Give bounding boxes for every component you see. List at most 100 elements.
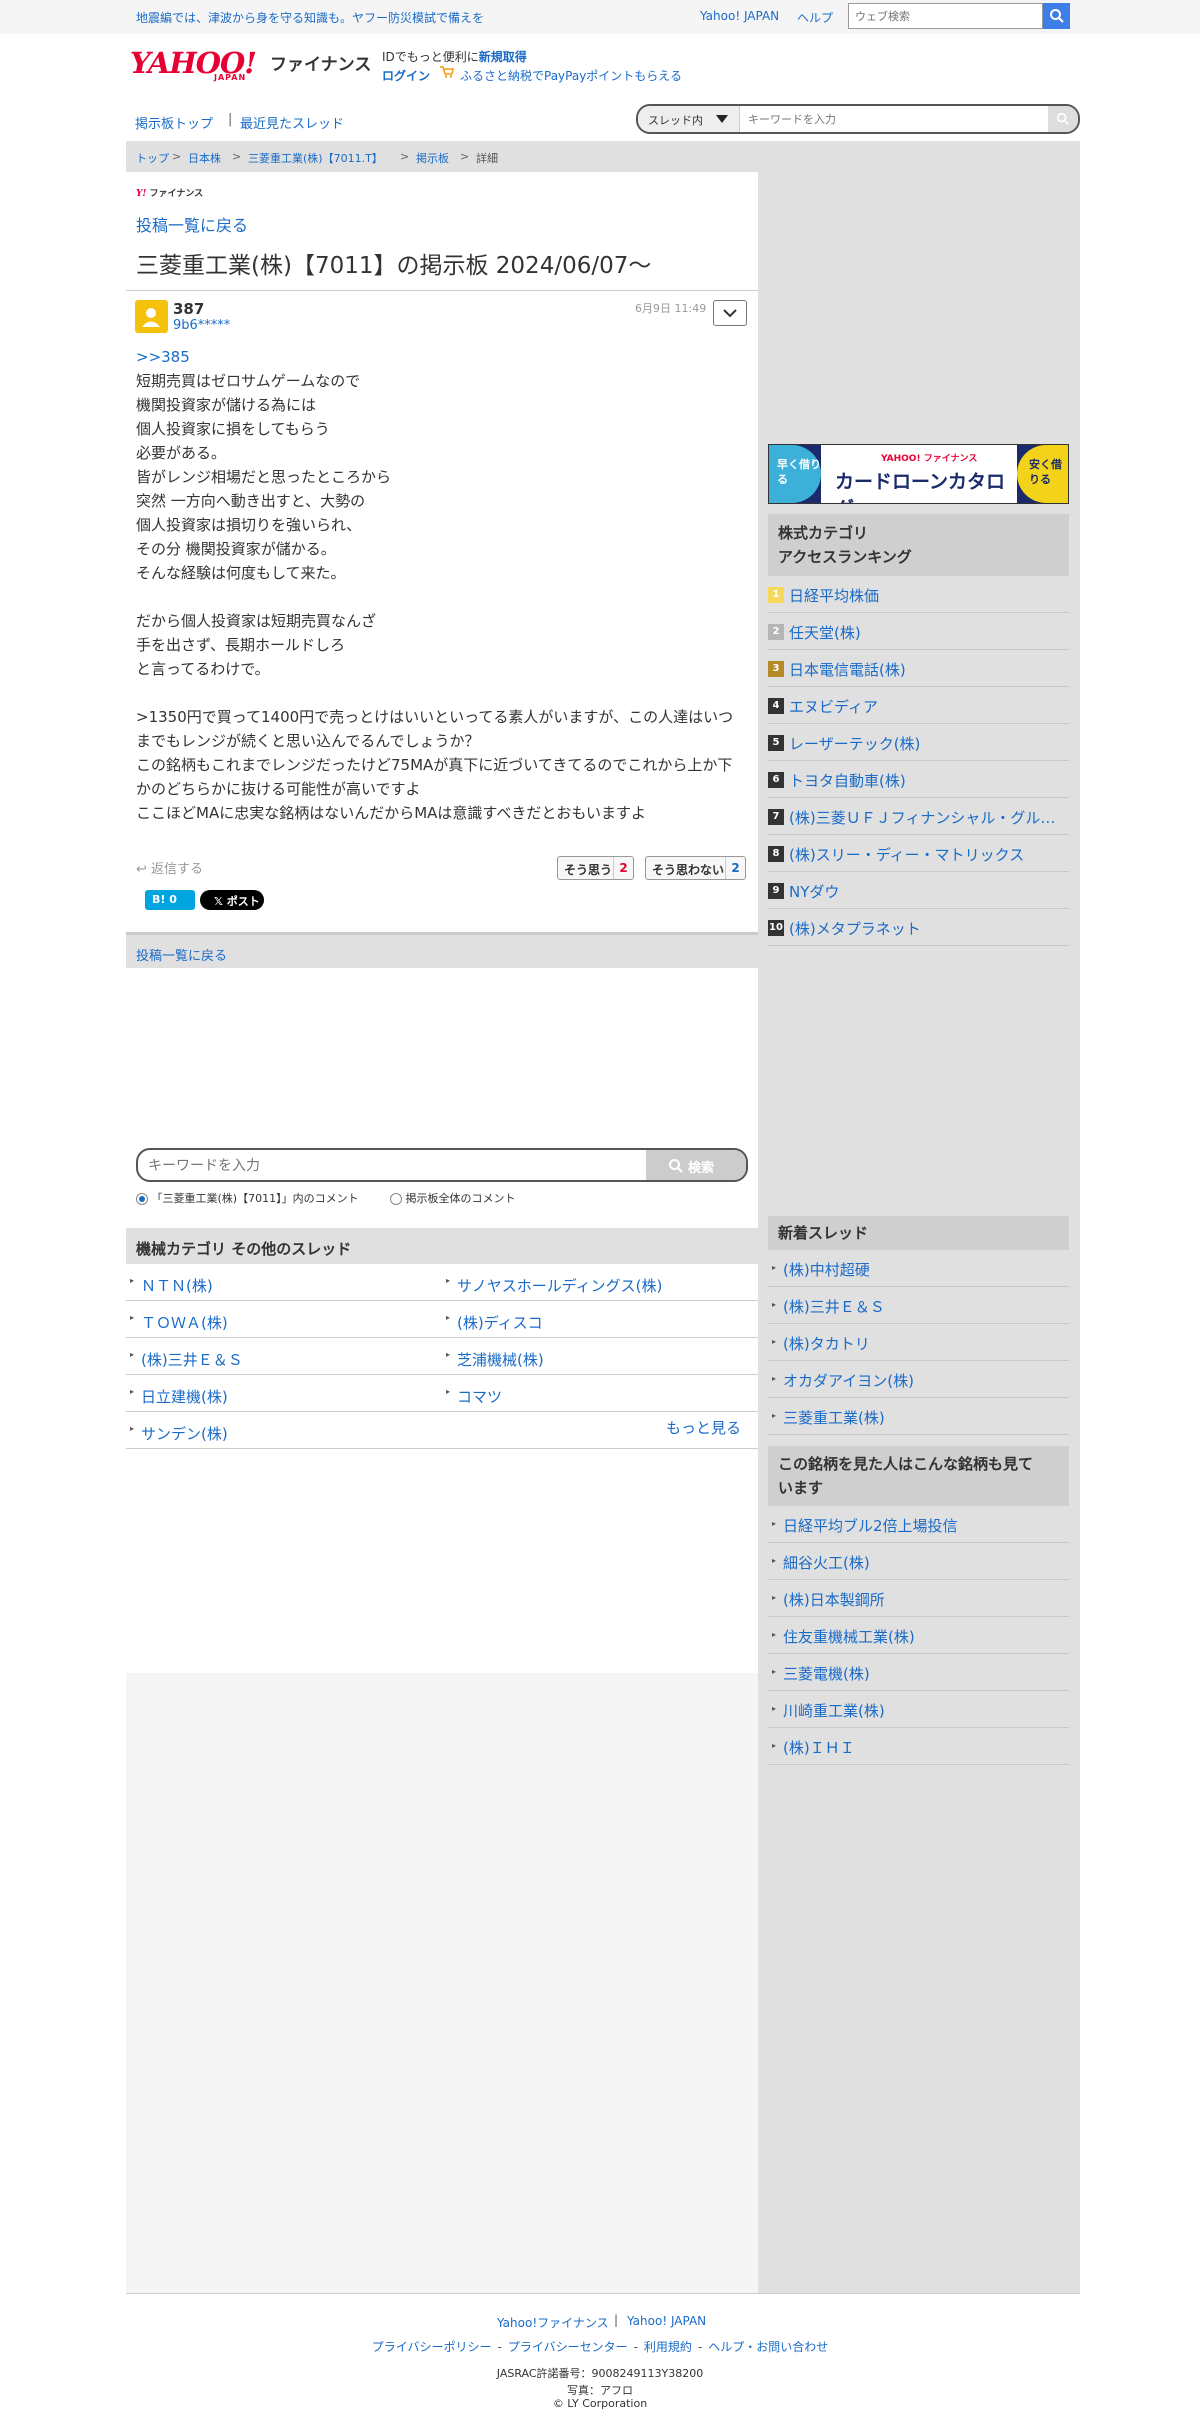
hatena-bookmark-button[interactable]: B! 0 (145, 890, 195, 910)
back-to-list-link-bottom[interactable]: 投稿一覧に戻る (136, 945, 227, 964)
agree-button[interactable]: そう思う 2 (557, 856, 634, 880)
thread-search-input[interactable] (748, 110, 1018, 128)
footer-yahoo-japan-link[interactable]: Yahoo! JAPAN (627, 2314, 706, 2328)
board-top-link[interactable]: 掲示板トップ (135, 113, 213, 132)
reply-reference-link[interactable]: >>385 (136, 348, 190, 366)
register-link[interactable]: 新規取得 (479, 50, 527, 64)
breadcrumb-top[interactable]: トップ (136, 150, 169, 166)
thread-search-button[interactable] (1048, 106, 1078, 132)
breadcrumb: トップ > 日本株 > 三菱重工業(株)【7011.T】 > 掲示板 > 詳細 (126, 141, 1080, 172)
rank-name: (株)スリー・ディー・マトリックス (789, 846, 1025, 864)
rank-badge: 9 (768, 883, 784, 899)
board-title: 三菱重工業(株)【7011】の掲示板 2024/06/07〜 (136, 253, 652, 279)
jasrac-notice: JASRAC許諾番号：9008249113Y38200 (496, 2367, 704, 2380)
user-icon (142, 308, 160, 327)
new-thread-link[interactable]: ▸ (株)三井Ｅ＆Ｓ (768, 1287, 1069, 1324)
rank-name: NYダウ (789, 883, 840, 901)
privacy-policy-link[interactable]: プライバシーポリシー (372, 2340, 492, 2354)
thread-link[interactable]: ▸ 日立建機(株) (126, 1375, 442, 1412)
photo-credit: 写真：アフロ (567, 2384, 633, 2397)
also-viewed-link[interactable]: ▸ 日経平均ブル2倍上場投信 (768, 1506, 1069, 1543)
bullet-icon: ▸ (772, 1556, 777, 1565)
rank-badge: 6 (768, 772, 784, 788)
disagree-count: 2 (725, 857, 745, 879)
rank-name: 任天堂(株) (789, 624, 861, 642)
thread-link[interactable]: ▸ サンデン(株) (126, 1412, 758, 1449)
thread-link[interactable]: ▸ 芝浦機械(株) (442, 1338, 758, 1375)
also-viewed-link[interactable]: ▸ 三菱電機(株) (768, 1654, 1069, 1691)
terms-link[interactable]: 利用規約 (644, 2340, 692, 2354)
post-line: 個人投資家に損をしてもらう (136, 420, 330, 438)
keyword-search-input[interactable] (148, 1157, 448, 1175)
new-thread-link[interactable]: ▸ (株)タカトリ (768, 1324, 1069, 1361)
ranking-item[interactable]: 4 エヌビディア (768, 687, 1069, 724)
breadcrumb-japan-stocks[interactable]: 日本株 (188, 150, 221, 166)
new-thread-link[interactable]: ▸ オカダアイヨン(株) (768, 1361, 1069, 1398)
yahoo-japan-link[interactable]: Yahoo! JAPAN (700, 9, 779, 23)
more-threads-link[interactable]: もっと見る (666, 1417, 741, 1438)
thread-link[interactable]: ▸ サノヤスホールディングス(株) (442, 1264, 758, 1301)
back-to-list-link[interactable]: 投稿一覧に戻る (136, 212, 248, 236)
thread-link[interactable]: ▸ ＴＯＷＡ(株) (126, 1301, 442, 1338)
thread-link[interactable]: ▸ ＮＴＮ(株) (126, 1264, 442, 1301)
thread-link[interactable]: ▸ (株)ディスコ (442, 1301, 758, 1338)
post-user-link[interactable]: 9b6***** (173, 318, 230, 333)
disagree-button[interactable]: そう思わない 2 (645, 856, 746, 880)
post-menu-button[interactable] (713, 300, 747, 326)
privacy-center-link[interactable]: プライバシーセンター (508, 2340, 628, 2354)
divider (126, 290, 758, 291)
ranking-item[interactable]: 7 (株)三菱ＵＦＪフィナンシャル・グループ (768, 798, 1069, 835)
x-post-button[interactable]: 𝕏 ポスト (200, 890, 264, 910)
new-thread-link[interactable]: ▸ (株)中村超硬 (768, 1250, 1069, 1287)
ranking-item[interactable]: 1 日経平均株価 (768, 576, 1069, 613)
finance-logo-text[interactable]: ファイナンス (270, 50, 371, 75)
furusato-promo-link[interactable]: ふるさと納税でPayPayポイントもらえる (460, 67, 682, 84)
thread-link[interactable]: ▸ (株)三井Ｅ＆Ｓ (126, 1338, 442, 1375)
finance-brand-small: Y! ファイナンス (136, 189, 204, 199)
also-viewed-link[interactable]: ▸ 住友重機械工業(株) (768, 1617, 1069, 1654)
help-link[interactable]: ヘルプ (797, 9, 833, 26)
ranking-item[interactable]: 8 (株)スリー・ディー・マトリックス (768, 835, 1069, 872)
rank-badge: 5 (768, 735, 784, 751)
thread-link[interactable]: ▸ コマツ (442, 1375, 758, 1412)
also-viewed-link[interactable]: ▸ 川崎重工業(株) (768, 1691, 1069, 1728)
ranking-item[interactable]: 10 (株)メタプラネット (768, 909, 1069, 946)
card-loan-ad-banner[interactable]: 早く借りる YAHOO! ファイナンス カードローンカタログ 安く借りる (768, 444, 1069, 504)
ranking-item[interactable]: 6 トヨタ自動車(株) (768, 761, 1069, 798)
disaster-alert-link[interactable]: 地震編では、津波から身を守る知識も。ヤフー防災模試で備えを (136, 9, 484, 26)
ranking-item[interactable]: 9 NYダウ (768, 872, 1069, 909)
web-search-button[interactable] (1043, 3, 1070, 29)
also-viewed-link[interactable]: ▸ (株)日本製鋼所 (768, 1580, 1069, 1617)
also-viewed-link[interactable]: ▸ (株)ＩＨＩ (768, 1728, 1069, 1765)
breadcrumb-stock[interactable]: 三菱重工業(株)【7011.T】 (248, 150, 383, 166)
radio-thread-comments[interactable]: 「三菱重工業(株)【7011】」内のコメント (136, 1190, 359, 1206)
also-viewed-link[interactable]: ▸ 細谷火工(株) (768, 1543, 1069, 1580)
bullet-icon: ▸ (446, 1313, 451, 1322)
search-scope-select[interactable]: スレッド内 (638, 106, 740, 132)
ad-right-badge: 安く借りる (1017, 445, 1068, 503)
recent-threads-link[interactable]: 最近見たスレッド (240, 113, 344, 132)
yahoo-logo[interactable]: YAHOO! JAPAN (130, 46, 270, 86)
chevron-down-icon (723, 309, 737, 318)
ranking-item[interactable]: 5 レーザーテック(株) (768, 724, 1069, 761)
rank-badge: 2 (768, 624, 784, 640)
ranking-item[interactable]: 2 任天堂(株) (768, 613, 1069, 650)
post-date: 6月9日 11:49 (635, 302, 707, 315)
login-link[interactable]: ログイン (382, 67, 430, 84)
avatar[interactable] (135, 300, 168, 333)
rank-name: 日経平均株価 (789, 587, 880, 605)
help-contact-link[interactable]: ヘルプ・お問い合わせ (708, 2340, 828, 2354)
reply-button[interactable]: ↩ 返信する (136, 858, 203, 877)
ranking-item[interactable]: 3 日本電信電話(株) (768, 650, 1069, 687)
bullet-icon: ▸ (130, 1276, 135, 1285)
footer-finance-link[interactable]: Yahoo!ファイナンス (497, 2314, 609, 2331)
web-search-input[interactable] (848, 3, 1043, 29)
breadcrumb-sep: > (172, 150, 182, 163)
post-line: 個人投資家は損切りを強いられ、 (136, 516, 362, 534)
main-column-bottom (126, 1673, 758, 2293)
bullet-icon: ▸ (772, 1630, 777, 1639)
new-thread-link[interactable]: ▸ 三菱重工業(株) (768, 1398, 1069, 1435)
breadcrumb-board[interactable]: 掲示板 (416, 150, 449, 166)
radio-all-comments[interactable]: 掲示板全体のコメント (390, 1190, 516, 1206)
keyword-search-button[interactable]: 検索 (646, 1150, 746, 1180)
